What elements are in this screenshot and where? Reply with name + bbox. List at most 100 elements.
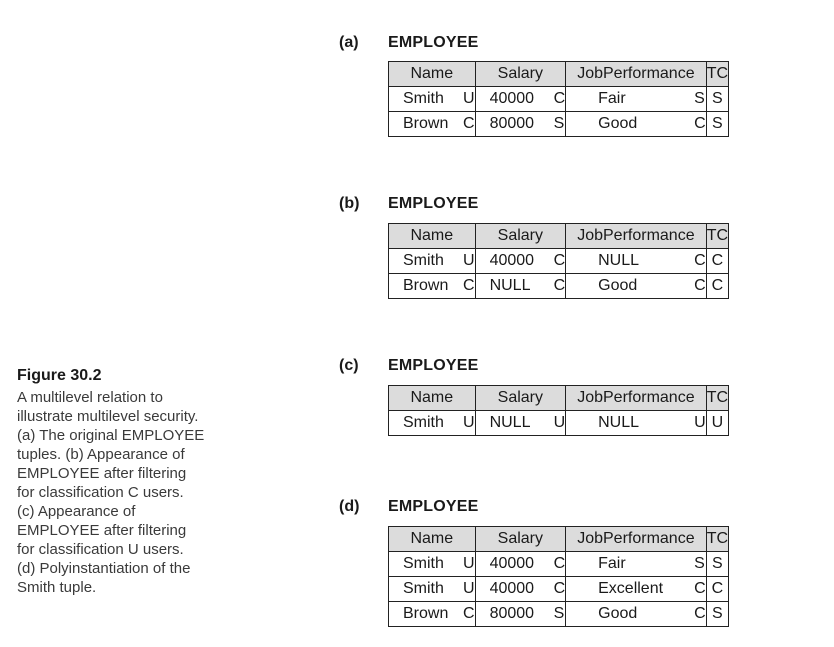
salary-classification: S	[553, 605, 565, 622]
cell-tc: U	[705, 410, 730, 436]
job-classification: S	[694, 90, 705, 107]
salary-classification: C	[553, 252, 566, 269]
job-classification: C	[694, 605, 706, 622]
job-value: Excellent	[598, 580, 664, 597]
salary-classification: C	[553, 277, 566, 294]
job-value: Fair	[598, 90, 626, 107]
salary-classification: C	[553, 580, 566, 597]
table-header-row: Name Salary JobPerformance TC	[388, 61, 730, 87]
relation-name: EMPLOYEE	[388, 34, 479, 51]
cell-salary: 80000 S	[474, 111, 567, 137]
cell-tc: S	[705, 86, 730, 112]
cell-name: Brown C	[388, 601, 476, 627]
caption-line: EMPLOYEE after filtering	[17, 522, 187, 539]
table-row: Smith U NULL U NULL U U	[388, 410, 730, 436]
caption-line: for classification C users.	[17, 484, 184, 501]
cell-jobperformance: Excellent C	[565, 576, 707, 602]
salary-value: 80000	[489, 605, 535, 622]
caption-line: (c) Appearance of	[17, 503, 136, 520]
figure-caption: Figure 30.2 A multilevel relation to ill…	[17, 366, 267, 597]
header-name: Name	[388, 223, 476, 249]
panel-letter: (a)	[339, 34, 359, 51]
employee-table-b: Name Salary JobPerformance TC Smith U 400…	[388, 223, 730, 299]
salary-value: 40000	[489, 580, 535, 597]
relation-name: EMPLOYEE	[388, 357, 479, 374]
caption-line: (a) The original EMPLOYEE	[17, 427, 205, 444]
cell-tc: S	[705, 111, 730, 137]
name-value: Smith	[403, 580, 444, 597]
header-tc: TC	[705, 223, 730, 249]
header-salary: Salary	[474, 61, 567, 87]
table-header-row: Name Salary JobPerformance TC	[388, 385, 730, 411]
job-classification: S	[694, 555, 705, 572]
cell-salary: 40000 C	[474, 86, 567, 112]
salary-value: NULL	[489, 277, 531, 294]
header-jobperformance: JobPerformance	[565, 385, 707, 411]
relation-name: EMPLOYEE	[388, 498, 479, 515]
header-jobperformance: JobPerformance	[565, 61, 707, 87]
header-tc: TC	[705, 61, 730, 87]
figure-title: Figure 30.2	[17, 367, 102, 384]
cell-salary: NULL U	[474, 410, 567, 436]
employee-table-d: Name Salary JobPerformance TC Smith U 400…	[388, 526, 730, 627]
salary-classification: C	[553, 90, 566, 107]
figure-caption-text: A multilevel relation to illustrate mult…	[17, 388, 267, 597]
name-value: Smith	[403, 414, 444, 431]
cell-jobperformance: Good C	[565, 273, 707, 299]
header-salary: Salary	[474, 385, 567, 411]
caption-line: illustrate multilevel security.	[17, 408, 199, 425]
job-classification: C	[694, 252, 706, 269]
salary-value: 40000	[489, 90, 535, 107]
cell-name: Smith U	[388, 551, 476, 577]
table-header-row: Name Salary JobPerformance TC	[388, 223, 730, 249]
header-tc: TC	[705, 385, 730, 411]
job-value: NULL	[598, 252, 640, 269]
cell-salary: 40000 C	[474, 248, 567, 274]
name-classification: C	[463, 605, 475, 622]
salary-classification: C	[553, 555, 566, 572]
job-classification: U	[694, 414, 706, 431]
cell-tc: C	[705, 576, 730, 602]
table-row: Brown C 80000 S Good C S	[388, 111, 730, 137]
cell-salary: 40000 C	[474, 551, 567, 577]
header-jobperformance: JobPerformance	[565, 526, 707, 552]
name-classification: U	[463, 555, 475, 572]
header-salary: Salary	[474, 526, 567, 552]
cell-jobperformance: Fair S	[565, 551, 707, 577]
job-classification: C	[694, 277, 706, 294]
caption-line: EMPLOYEE after filtering	[17, 465, 187, 482]
job-value: NULL	[598, 414, 640, 431]
cell-salary: 80000 S	[474, 601, 567, 627]
panel-letter: (c)	[339, 357, 359, 374]
job-value: Good	[598, 277, 638, 294]
name-value: Brown	[403, 277, 449, 294]
job-classification: C	[694, 115, 706, 132]
salary-classification: U	[553, 414, 566, 431]
cell-jobperformance: NULL C	[565, 248, 707, 274]
job-value: Good	[598, 605, 638, 622]
cell-tc: C	[705, 248, 730, 274]
cell-name: Brown C	[388, 273, 476, 299]
table-row: Smith U 40000 C NULL C C	[388, 248, 730, 274]
employee-table-c: Name Salary JobPerformance TC Smith U NUL…	[388, 385, 730, 436]
panel-letter: (b)	[339, 195, 360, 212]
cell-jobperformance: Good C	[565, 111, 707, 137]
salary-value: 80000	[489, 115, 535, 132]
job-value: Fair	[598, 555, 626, 572]
salary-value: 40000	[489, 555, 535, 572]
relation-name: EMPLOYEE	[388, 195, 479, 212]
cell-jobperformance: NULL U	[565, 410, 707, 436]
job-classification: C	[694, 580, 706, 597]
caption-line: (d) Polyinstantiation of the	[17, 560, 191, 577]
cell-jobperformance: Fair S	[565, 86, 707, 112]
table-row: Smith U 40000 C Excellent C C	[388, 576, 730, 602]
name-value: Smith	[403, 90, 444, 107]
name-classification: U	[463, 90, 475, 107]
cell-name: Brown C	[388, 111, 476, 137]
cell-jobperformance: Good C	[565, 601, 707, 627]
cell-name: Smith U	[388, 576, 476, 602]
cell-tc: C	[705, 273, 730, 299]
cell-name: Smith U	[388, 86, 476, 112]
header-salary: Salary	[474, 223, 567, 249]
cell-salary: NULL C	[474, 273, 567, 299]
